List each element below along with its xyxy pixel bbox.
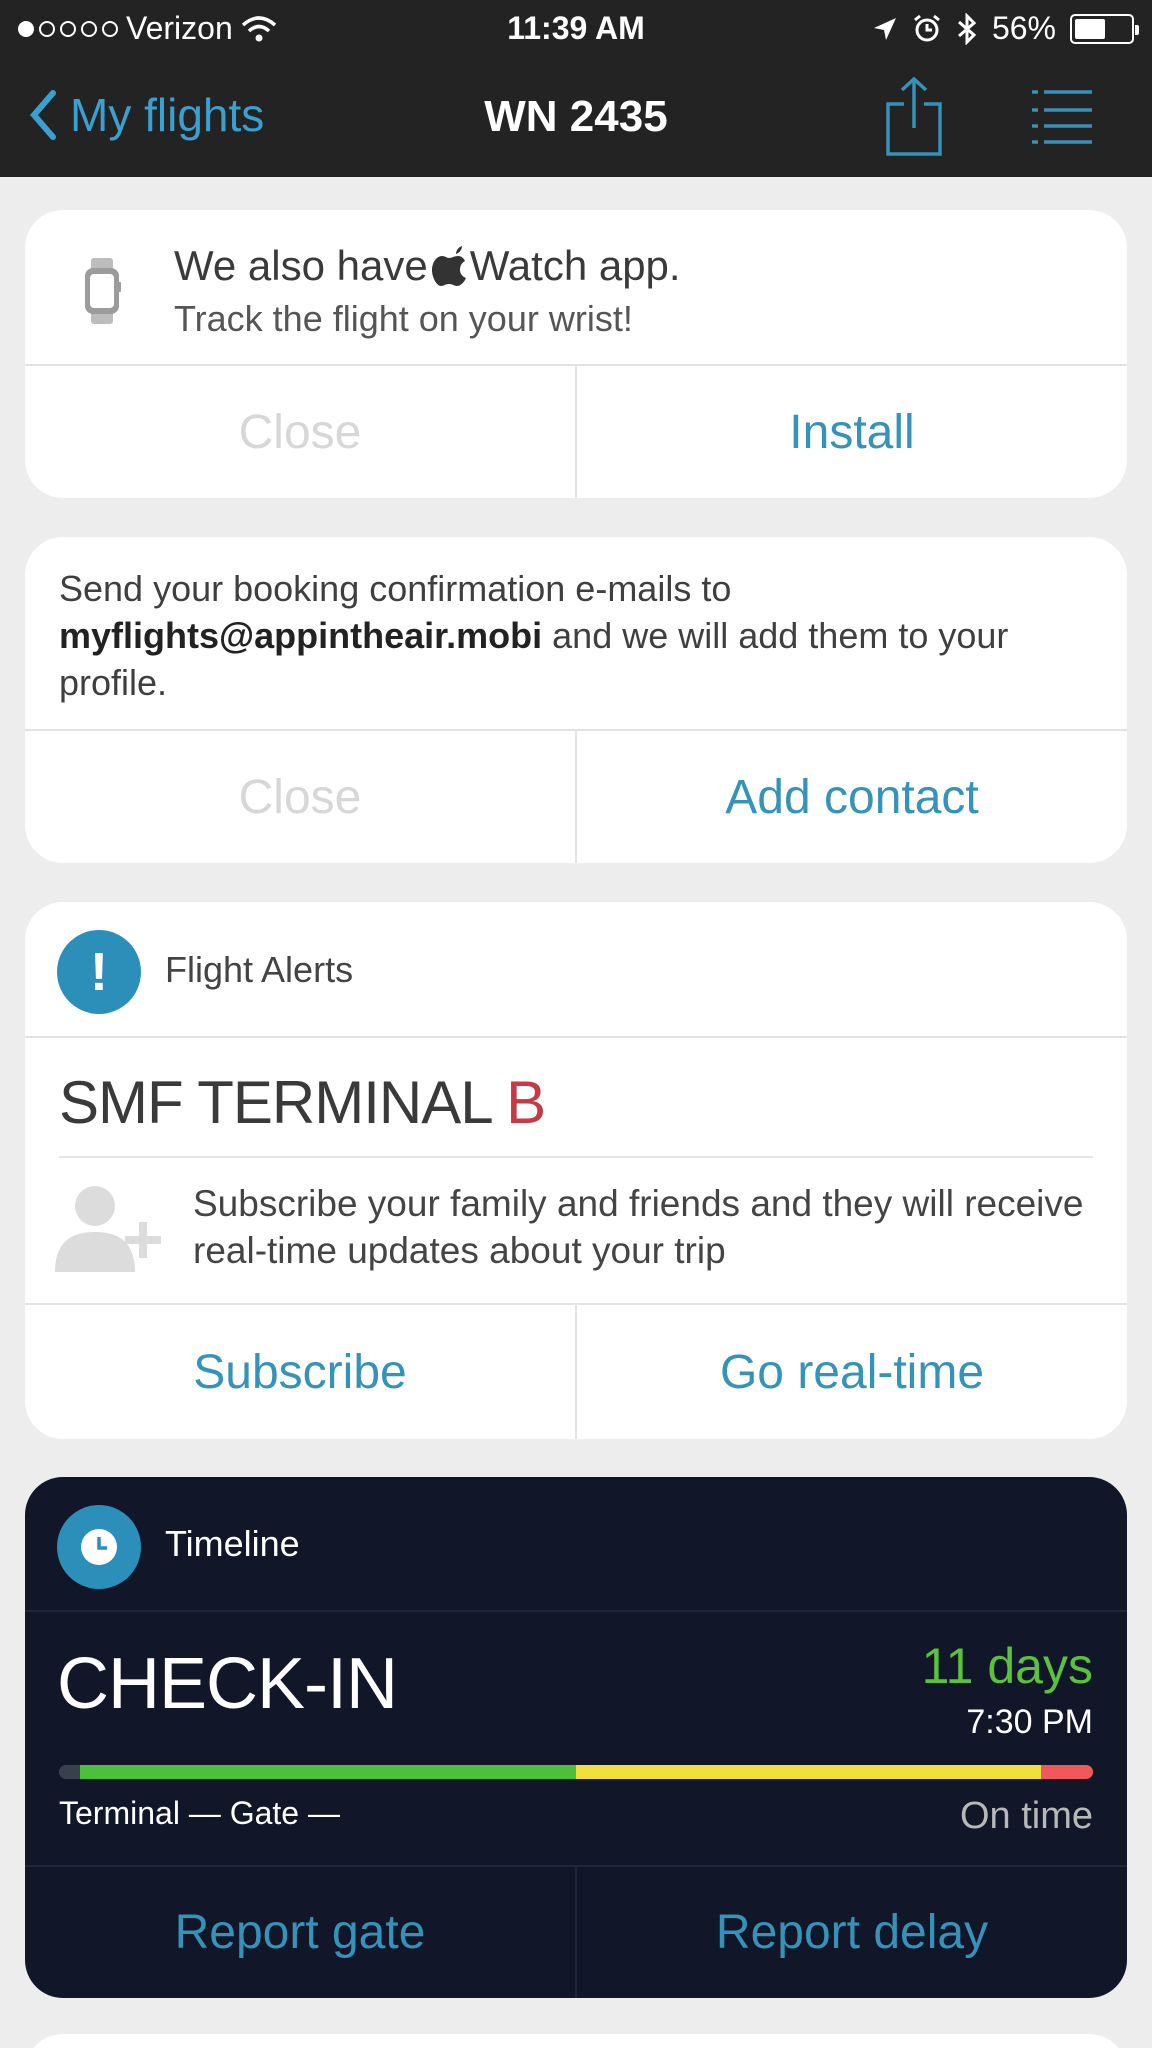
booking-card-actions: Close Add contact [25,729,1127,863]
go-realtime-button[interactable]: Go real-time [575,1305,1127,1439]
top-bar: Verizon 11:39 AM 56% My flights WN 2435 [0,0,1152,177]
watch-app-card: We also have Watch app. Track the flight… [25,210,1127,498]
alerts-card-actions: Subscribe Go real-time [25,1303,1127,1439]
progress-segment [1041,1765,1093,1779]
timeline-header: Timeline [25,1477,1127,1612]
next-card-peek [25,2034,1127,2048]
apple-logo-icon [431,246,466,286]
close-button[interactable]: Close [25,366,575,498]
timeline-label: Timeline [165,1523,300,1564]
install-button[interactable]: Install [575,366,1127,498]
status-bar: Verizon 11:39 AM 56% [0,0,1152,58]
add-contact-button[interactable]: Add contact [575,731,1127,863]
clock-icon [57,1505,141,1589]
stage-time: 7:30 PM [966,1703,1093,1741]
exclamation-icon: ! [57,930,141,1014]
timeline-stage: CHECK-IN [57,1644,398,1724]
menu-icon[interactable] [1030,88,1094,146]
battery-level-fill [1075,18,1106,39]
flight-status: On time [959,1795,1093,1837]
nav-bar: My flights WN 2435 [0,58,1152,177]
flight-alerts-card: ! Flight Alerts SMF TERMINAL B Subscribe… [25,902,1127,1439]
divider [59,1156,1093,1158]
battery-percent: 56% [991,10,1056,46]
watch-app-title: We also have Watch app. [174,242,681,290]
timeline-progress-bar [59,1765,1093,1779]
timeline-card-actions: Report gate Report delay [25,1865,1127,1998]
booking-email-address: myflights@appintheair.mobi [59,615,543,656]
subscribe-button[interactable]: Subscribe [25,1305,575,1439]
bluetooth-icon [957,12,977,45]
booking-text-before: Send your booking confirmation e-mails t… [59,568,732,609]
watch-app-subtitle: Track the flight on your wrist! [174,298,633,339]
terminal-value: B [506,1069,546,1136]
progress-segment [79,1765,576,1779]
booking-instructions: Send your booking confirmation e-mails t… [59,565,1079,706]
share-icon[interactable] [884,76,944,158]
terminal-gate-info: Terminal — Gate — [59,1795,340,1831]
location-arrow-icon [873,17,896,40]
page-title: WN 2435 [484,92,668,141]
alarm-icon [914,14,940,41]
subscribe-description: Subscribe your family and friends and th… [193,1183,1084,1271]
flight-alerts-label: Flight Alerts [165,949,354,990]
close-button[interactable]: Close [25,731,575,863]
status-right: 56% [872,10,1139,47]
flight-alerts-header: ! Flight Alerts [25,902,1127,1038]
battery-icon [1070,13,1139,44]
apple-watch-icon [85,258,121,324]
countdown: 11 days [921,1638,1093,1694]
booking-email-card: Send your booking confirmation e-mails t… [25,537,1127,863]
watch-title-suffix: Watch app. [469,242,681,289]
add-person-icon [55,1186,161,1272]
watch-card-actions: Close Install [25,364,1127,498]
report-delay-button[interactable]: Report delay [575,1867,1127,1998]
terminal-alert: SMF TERMINAL B [59,1068,546,1137]
watch-title-prefix: We also have [174,242,428,289]
timeline-card: Timeline CHECK-IN 11 days 7:30 PM Termin… [25,1477,1127,1998]
terminal-text: SMF TERMINAL [59,1069,507,1136]
report-gate-button[interactable]: Report gate [25,1867,575,1998]
progress-segment [575,1765,1042,1779]
progress-segment [59,1765,80,1779]
